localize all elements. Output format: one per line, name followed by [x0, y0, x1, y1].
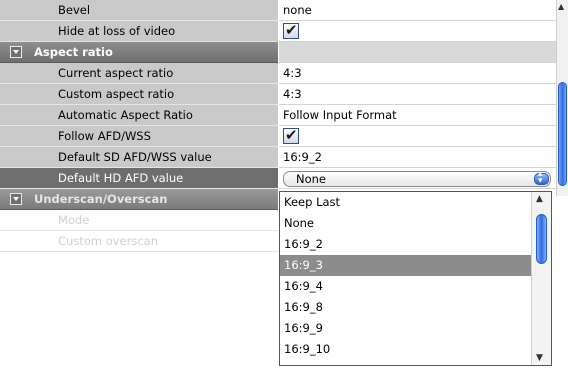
bevel-value[interactable]: none [279, 0, 556, 21]
row-automatic-aspect-ratio[interactable]: Automatic Aspect Ratio Follow Input Form… [0, 105, 556, 126]
row-default-hd-afd-value[interactable]: Default HD AFD value None [0, 168, 556, 189]
scroll-down-arrow-icon[interactable]: ▼ [536, 353, 543, 363]
row-default-sd-afd-wss-value[interactable]: Default SD AFD/WSS value 16:9_2 [0, 147, 556, 168]
automatic-aspect-ratio-value[interactable]: Follow Input Format [279, 105, 556, 126]
current-aspect-ratio-value[interactable]: 4:3 [279, 63, 556, 84]
category-label: Aspect ratio [34, 45, 113, 59]
row-label: Hide at loss of video [58, 24, 176, 38]
dropdown-option[interactable]: 16:9_9 [280, 318, 531, 339]
row-label: Automatic Aspect Ratio [58, 108, 193, 122]
row-custom-aspect-ratio[interactable]: Custom aspect ratio 4:3 [0, 84, 556, 105]
row-label: Mode [58, 213, 90, 227]
row-hide-at-loss-of-video[interactable]: Hide at loss of video [0, 21, 556, 42]
dropdown-option[interactable]: Keep Last [280, 192, 531, 213]
scroll-thumb[interactable] [558, 82, 567, 186]
row-label: Custom overscan [58, 234, 159, 248]
dropdown-option[interactable]: 16:9_10 [280, 339, 531, 360]
row-value: Follow Input Format [283, 108, 397, 122]
follow-afd-wss-checkbox[interactable] [283, 126, 299, 144]
row-label: Follow AFD/WSS [58, 129, 151, 143]
row-value: 16:9_2 [283, 150, 322, 164]
custom-aspect-ratio-value[interactable]: 4:3 [279, 84, 556, 105]
category-label: Underscan/Overscan [34, 192, 168, 206]
property-grid-scrollbar[interactable]: ▲ [556, 0, 568, 196]
scroll-up-arrow-icon[interactable]: ▲ [536, 194, 543, 204]
dropdown-scrollbar[interactable]: ▲ ▼ [531, 192, 551, 365]
row-label: Default HD AFD value [58, 171, 184, 185]
collapse-toggle-icon[interactable] [10, 46, 22, 58]
row-follow-afd-wss[interactable]: Follow AFD/WSS [0, 126, 556, 147]
dropdown-option[interactable]: None [280, 213, 531, 234]
dropdown-option[interactable]: 16:9_2 [280, 234, 531, 255]
row-value: 4:3 [283, 66, 302, 80]
dropdown-option-highlighted[interactable]: 16:9_3 [280, 255, 531, 276]
scroll-up-arrow-icon[interactable]: ▲ [558, 2, 564, 11]
row-label: Default SD AFD/WSS value [58, 150, 212, 164]
row-value: none [283, 3, 312, 17]
row-current-aspect-ratio[interactable]: Current aspect ratio 4:3 [0, 63, 556, 84]
category-aspect-ratio[interactable]: Aspect ratio [0, 42, 556, 63]
row-label: Custom aspect ratio [58, 87, 175, 101]
dropdown-scroll-thumb[interactable] [536, 214, 547, 264]
default-hd-afd-combobox[interactable]: None [283, 169, 551, 187]
hide-at-loss-of-video-checkbox[interactable] [283, 21, 299, 39]
collapse-toggle-icon[interactable] [10, 193, 22, 205]
combobox-value: None [296, 172, 327, 186]
afd-options-dropdown: Keep Last None 16:9_2 16:9_3 16:9_4 16:9… [279, 191, 552, 366]
row-label: Bevel [58, 3, 91, 17]
row-label: Current aspect ratio [58, 66, 174, 80]
row-value: 4:3 [283, 87, 302, 101]
dropdown-option[interactable]: 16:9_8 [280, 297, 531, 318]
chevron-updown-icon[interactable] [534, 169, 549, 186]
default-sd-afd-wss-value[interactable]: 16:9_2 [279, 147, 556, 168]
dropdown-option[interactable]: 16:9_4 [280, 276, 531, 297]
row-bevel[interactable]: Bevel none [0, 0, 556, 21]
